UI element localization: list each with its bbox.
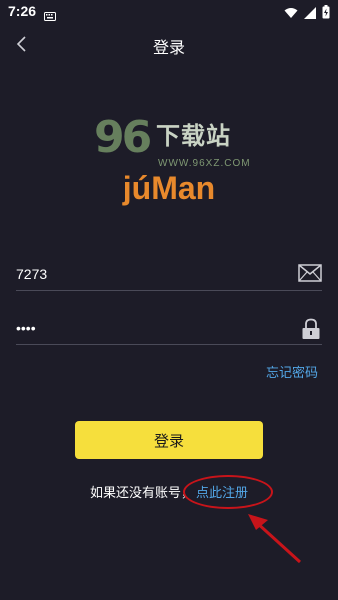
app-logo: júMan: [122, 170, 216, 206]
battery-charging-icon: [322, 4, 330, 23]
page-title: 登录: [152, 38, 185, 57]
wifi-icon: [284, 4, 298, 23]
account-field[interactable]: 7273: [16, 258, 322, 291]
watermark-logo: 96 下载站 WWW.96XZ.COM: [94, 112, 266, 176]
lock-icon: [300, 318, 322, 344]
register-row: 如果还没有账号， 点此注册: [0, 482, 338, 501]
annotation-ellipse: [183, 475, 273, 509]
keyboard-icon: [44, 6, 56, 25]
watermark-url: WWW.96XZ.COM: [158, 158, 251, 169]
password-field[interactable]: ••••: [16, 312, 322, 345]
status-time: 7:26: [8, 3, 37, 19]
status-bar: 7:26: [0, 0, 338, 26]
forgot-password-link[interactable]: 忘记密码: [266, 362, 318, 381]
watermark-digits: 96: [94, 112, 152, 163]
cellular-signal-icon: [304, 4, 316, 23]
login-button[interactable]: 登录: [75, 421, 263, 459]
watermark-text: 下载站: [156, 122, 231, 150]
header-bar: 登录: [0, 26, 338, 66]
password-input[interactable]: ••••: [16, 320, 36, 336]
annotation-arrow: [248, 514, 302, 564]
account-input[interactable]: 7273: [16, 266, 47, 282]
register-prompt: 如果还没有账号，: [89, 486, 194, 501]
mail-icon: [298, 264, 322, 286]
